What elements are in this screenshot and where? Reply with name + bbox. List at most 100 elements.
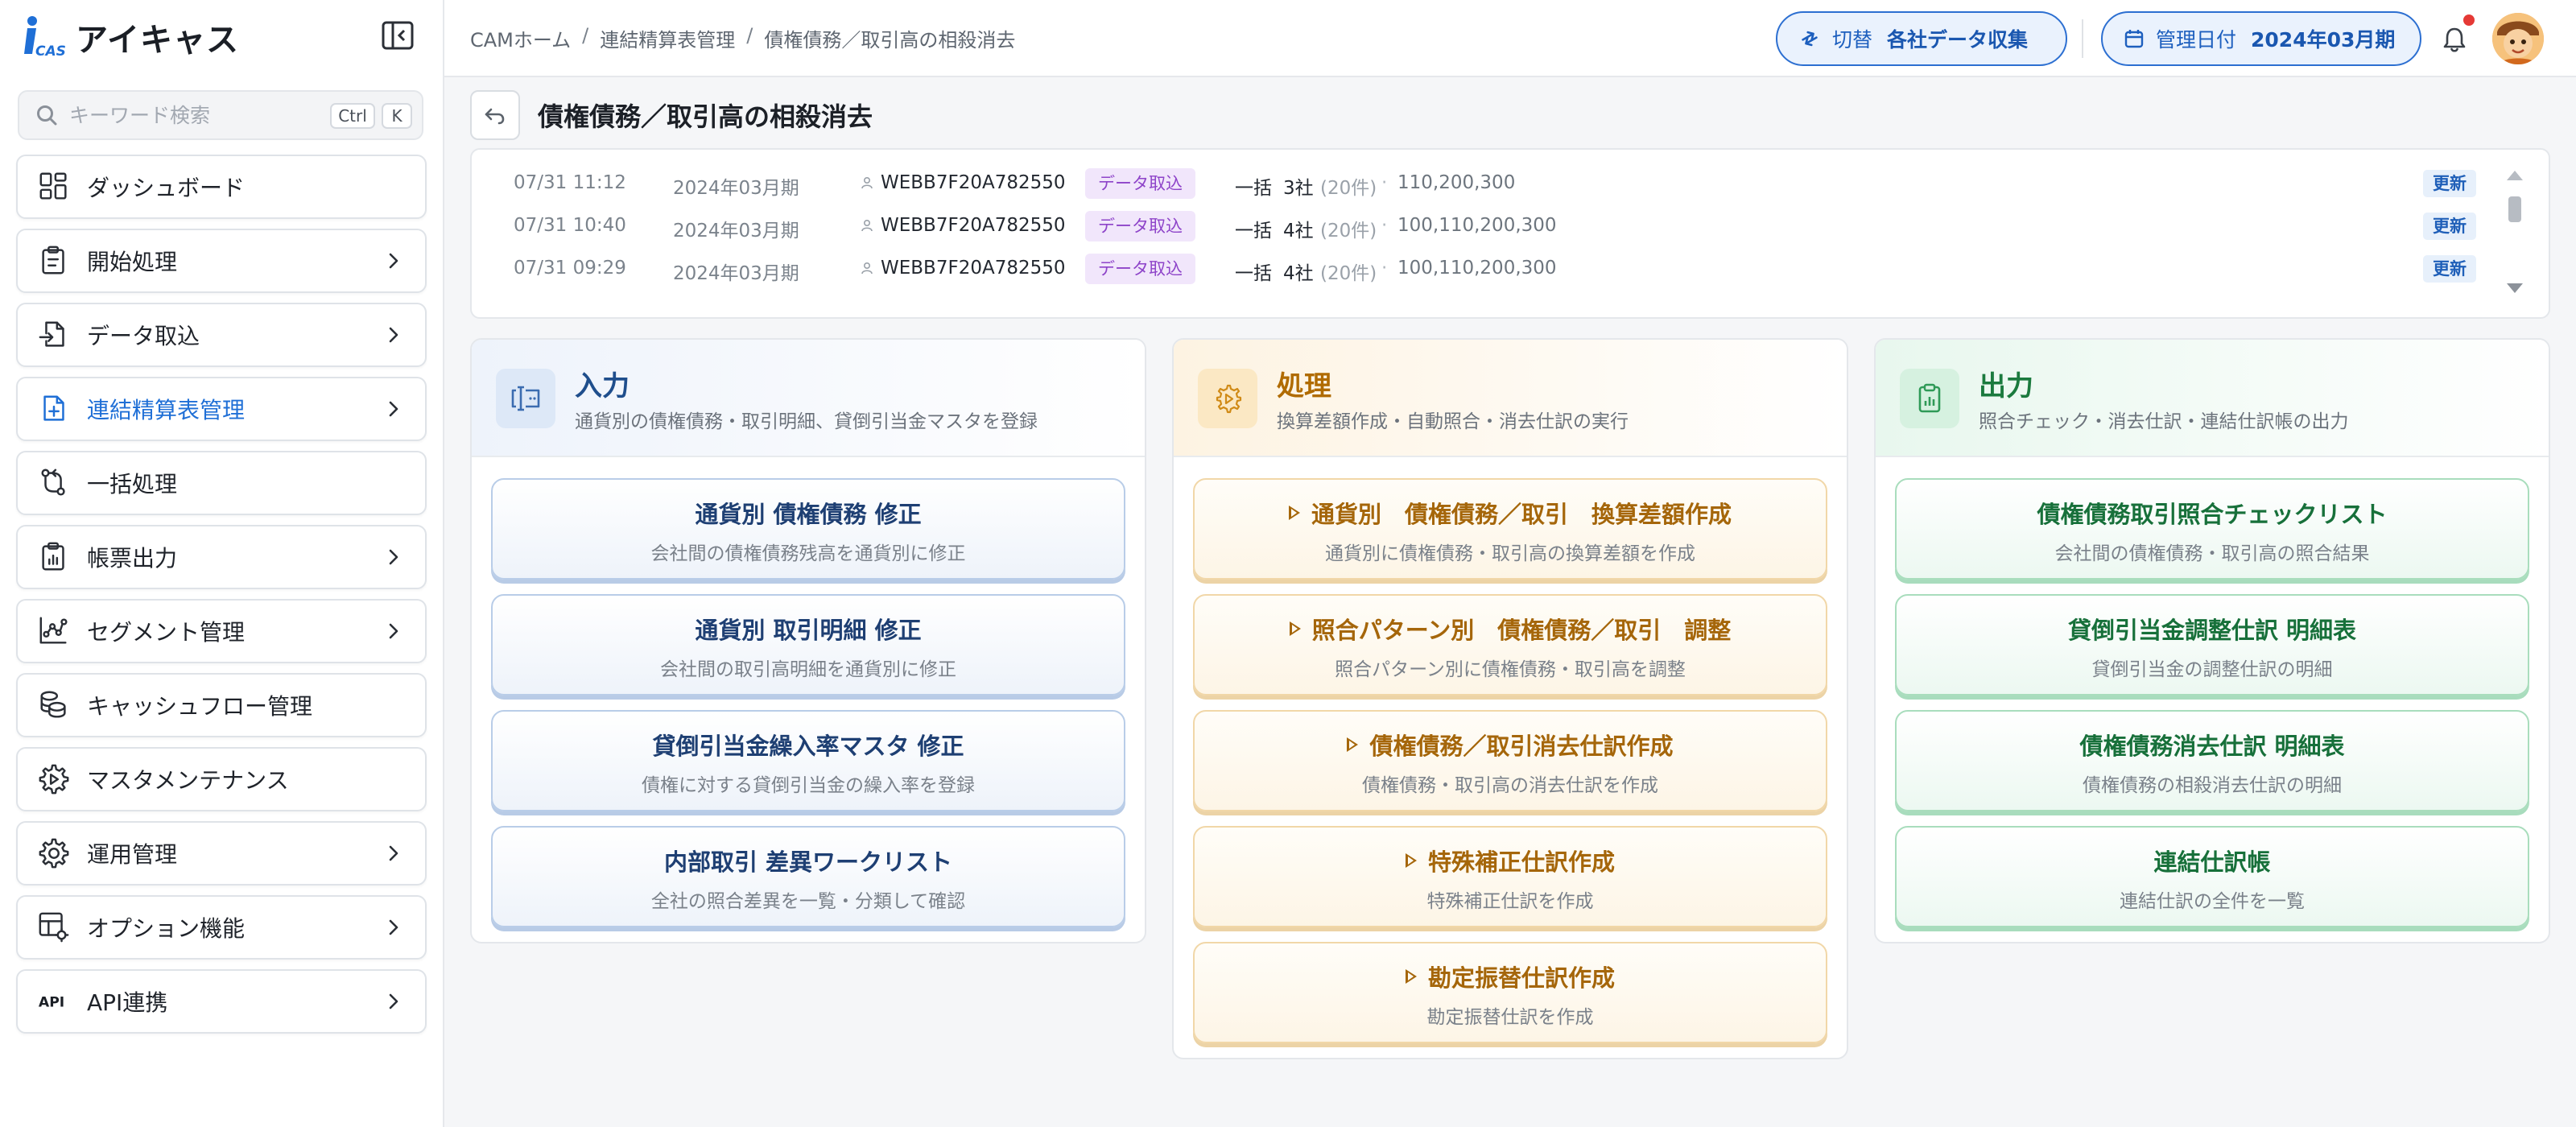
card-description: 特殊補正仕訳を作成 [1426,891,1594,912]
app-name: アイキャス [76,22,239,59]
card-title: 貸倒引当金繰入率マスタ 修正 [493,728,1124,762]
output-action-card[interactable]: 債権債務消去仕訳 明細表 債権債務の相殺消去仕訳の明細 [1895,710,2529,811]
card-title-text: 債権債務／取引消去仕訳作成 [1369,733,1674,760]
swap-arrows-icon [1802,31,1818,47]
process-action-card[interactable]: 照合パターン別 債権債務／取引 調整 照合パターン別に債権債務・取引高を調整 [1193,594,1827,696]
sidebar-collapse-button[interactable] [380,19,415,52]
sidebar-item[interactable]: 一括処理 [16,451,427,515]
api-icon: API [37,985,71,1018]
log-user-id: WEBB7F20A782550 [881,215,1066,236]
card-title: 勘定振替仕訳作成 [1195,960,1826,993]
sidebar-nav: ダッシュボード 開始処理データ取込連結精算表管理一括処理帳票出力セグメント管理キャ… [16,155,427,1043]
notification-button[interactable] [2436,21,2473,58]
breadcrumb-consolidation[interactable]: 連結精算表管理 [600,24,735,52]
log-company-count: 4社 [1283,221,1314,242]
gear-play-icon [1216,384,1242,414]
sidebar-item[interactable]: オプション機能 [16,895,427,960]
sidebar-item[interactable]: キャッシュフロー管理 [16,673,427,737]
search-box[interactable]: Ctrl K [18,90,423,140]
log-row: 07/31 10:40 2024年03月期 WEBB7F20A782550 データ取込… [472,205,2500,247]
card-title-text: 貸倒引当金繰入率マスタ 修正 [652,733,964,760]
chevron-right-icon [385,548,402,566]
sidebar-item[interactable]: セグメント管理 [16,599,427,663]
svg-text:API: API [39,995,64,1011]
log-dot-separator: · [1381,258,1388,279]
sidebar: CAS アイキャス Ctrl K ダッシュボード開始処理データ取込連結精算表管理… [0,0,444,1127]
card-description: 通貨別に債権債務・取引高の換算差額を作成 [1325,543,1695,564]
bell-icon [2443,27,2466,52]
coins-icon [37,688,71,722]
log-record-count: (20件) [1320,221,1377,242]
log-update-button[interactable]: 更新 [2423,213,2476,240]
process-action-card[interactable]: 特殊補正仕訳作成 特殊補正仕訳を作成 [1193,826,1827,927]
log-dot-separator: · [1381,172,1388,193]
back-button[interactable] [470,90,520,140]
card-title-text: 債権債務消去仕訳 明細表 [2079,733,2345,760]
breadcrumb-home[interactable]: CAMホーム [470,24,571,52]
brand[interactable]: CAS アイキャス [23,13,239,61]
sidebar-item[interactable]: ダッシュボード [16,155,427,219]
log-type-badge: データ取込 [1085,211,1195,242]
process-column: 処理 換算差額作成・自動照合・消去仕訳の実行 通貨別 債権債務／取引 換算差額作… [1172,338,1848,1059]
scroll-down-arrow[interactable] [2507,283,2523,293]
scrollbar-thumb[interactable] [2508,196,2521,222]
output-action-card[interactable]: 債権債務取引照合チェックリスト 会社間の債権債務・取引高の照合結果 [1895,478,2529,580]
sidebar-item-label: セグメント管理 [87,619,246,646]
sidebar-item-label: 連結精算表管理 [87,397,246,423]
log-period: 2024年03月期 [673,221,799,242]
output-column: 出力 照合チェック・消去仕訳・連結仕訳帳の出力 債権債務取引照合チェックリスト会… [1874,338,2550,943]
management-date-button[interactable]: 管理日付 2024年03月期 [2101,11,2421,66]
switch-mode-button[interactable]: 切替 各社データ収集 [1776,11,2067,66]
text-cursor-icon [511,386,540,411]
app-logo: CAS [23,14,69,60]
log-time: 07/31 09:29 [514,258,626,279]
process-action-card[interactable]: 勘定振替仕訳作成 勘定振替仕訳を作成 [1193,942,1827,1043]
log-update-button[interactable]: 更新 [2423,255,2476,283]
process-action-card[interactable]: 通貨別 債権債務／取引 換算差額作成 通貨別に債権債務・取引高の換算差額を作成 [1193,478,1827,580]
input-action-card[interactable]: 内部取引 差異ワークリスト 全社の照合差異を一覧・分類して確認 [491,826,1125,927]
log-mode: 一括 [1235,221,1272,242]
sidebar-item[interactable]: データ取込 [16,303,427,367]
sidebar-item[interactable]: 開始処理 [16,229,427,293]
card-description: 連結仕訳の全件を一覧 [2120,891,2305,912]
log-update-button[interactable]: 更新 [2423,170,2476,197]
panel-toggle-icon [382,21,414,50]
log-amount: 100,110,200,300 [1397,258,1557,279]
play-icon [1405,969,1417,984]
log-user: WEBB7F20A782550 [860,172,1066,193]
log-period: 2024年03月期 [673,263,799,284]
output-action-card[interactable]: 貸倒引当金調整仕訳 明細表 貸倒引当金の調整仕訳の明細 [1895,594,2529,696]
search-input[interactable] [69,103,311,127]
scroll-up-arrow[interactable] [2507,171,2523,180]
input-action-card[interactable]: 貸倒引当金繰入率マスタ 修正 債権に対する貸倒引当金の繰入率を登録 [491,710,1125,811]
calendar-icon [2124,30,2144,48]
play-icon [1288,506,1300,520]
input-action-card[interactable]: 通貨別 取引明細 修正 会社間の取引高明細を通貨別に修正 [491,594,1125,696]
log-time: 07/31 11:12 [514,172,626,193]
page-title: 債権債務／取引高の相殺消去 [538,101,873,132]
log-row: 07/31 11:12 2024年03月期 WEBB7F20A782550 データ取込… [472,163,2500,204]
card-title-text: 通貨別 取引明細 修正 [695,617,922,644]
sidebar-item-label: データ取込 [87,323,200,349]
sidebar-item[interactable]: 運用管理 [16,821,427,886]
output-column-header: 出力 照合チェック・消去仕訳・連結仕訳帳の出力 [1876,340,2549,457]
user-icon [861,176,873,189]
sidebar-item[interactable]: API API連携 [16,969,427,1034]
back-arrow-icon [485,108,505,125]
sidebar-item[interactable]: 連結精算表管理 [16,377,427,441]
notification-dot [2463,14,2475,26]
card-title: 債権債務取引照合チェックリスト [1897,496,2528,530]
sidebar-item[interactable]: 帳票出力 [16,525,427,589]
input-action-card[interactable]: 通貨別 債権債務 修正 会社間の債権債務残高を通貨別に修正 [491,478,1125,580]
sidebar-item[interactable]: マスタメンテナンス [16,747,427,811]
output-column-title: 出力 [1979,370,2033,402]
shortcut-ctrl-key: Ctrl [330,103,375,129]
output-action-card[interactable]: 連結仕訳帳 連結仕訳の全件を一覧 [1895,826,2529,927]
process-action-card[interactable]: 債権債務／取引消去仕訳作成 債権債務・取引高の消去仕訳を作成 [1193,710,1827,811]
card-description: 全社の照合差異を一覧・分類して確認 [650,891,966,912]
card-description: 照合パターン別に債権債務・取引高を調整 [1335,659,1686,680]
user-avatar[interactable] [2492,13,2544,64]
log-company-count: 3社 [1283,178,1314,199]
gear-play-icon [37,762,71,796]
chevron-right-icon [385,400,402,418]
